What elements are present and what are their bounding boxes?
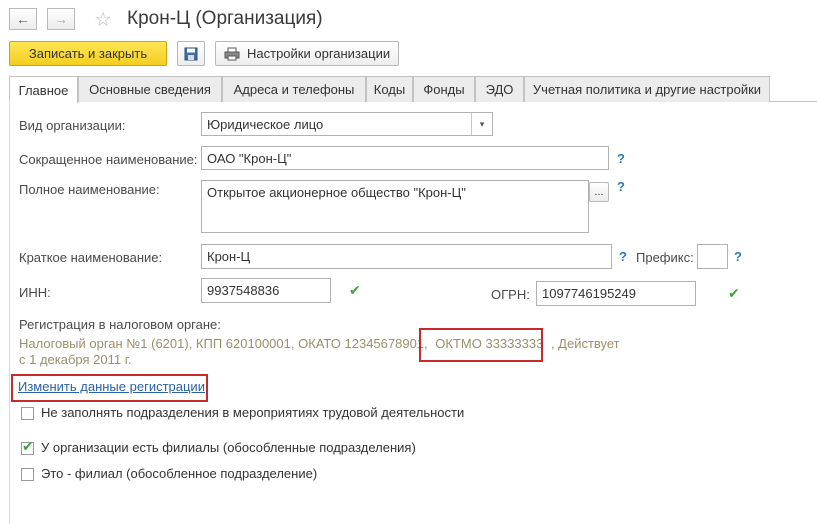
inn-label: ИНН: [19, 285, 51, 300]
registration-tax-office: Налоговый орган №1 (6201), КПП 620100001… [19, 336, 428, 351]
registration-status: , Действует [550, 336, 620, 351]
short-name-help-icon[interactable]: ? [617, 151, 625, 166]
inn-valid-check-icon: ✔ [349, 282, 361, 298]
arrow-left-icon: ← [16, 11, 30, 27]
short-name-label: Сокращенное наименование: [19, 152, 198, 167]
no-subdivisions-label: Не заполнять подразделения в мероприятия… [41, 405, 465, 420]
org-settings-button[interactable]: Настройки организации [215, 41, 399, 66]
dropdown-arrow-icon[interactable]: ▾ [471, 113, 492, 135]
org-type-select[interactable]: Юридическое лицо ▾ [201, 112, 493, 136]
is-branch-label: Это - филиал (обособленное подразделение… [41, 466, 318, 481]
short-name-field[interactable]: ОАО "Крон-Ц" [201, 146, 609, 170]
prefix-help-icon[interactable]: ? [734, 249, 742, 264]
ogrn-field[interactable]: 1097746195249 [536, 281, 696, 306]
checkmark-icon: ✔ [22, 438, 34, 454]
tab-edo[interactable]: ЭДО [475, 76, 524, 102]
back-button[interactable]: ← [9, 8, 37, 30]
full-name-label: Полное наименование: [19, 182, 160, 197]
tab-codes[interactable]: Коды [366, 76, 413, 102]
floppy-disk-icon [184, 47, 198, 60]
printer-icon [224, 47, 240, 60]
tab-addresses-phones[interactable]: Адреса и телефоны [222, 76, 366, 102]
full-name-select-button[interactable]: ... [589, 182, 609, 202]
tab-main[interactable]: Главное [9, 76, 78, 103]
org-type-label: Вид организации: [19, 118, 126, 133]
brief-name-field[interactable]: Крон-Ц [201, 244, 612, 269]
change-registration-link[interactable]: Изменить данные регистрации [18, 379, 205, 394]
full-name-field[interactable]: Открытое акционерное общество "Крон-Ц" [201, 180, 589, 233]
org-type-value: Юридическое лицо [207, 117, 324, 132]
tab-accounting-policy[interactable]: Учетная политика и другие настройки [524, 76, 770, 102]
tab-bar: Главное Основные сведения Адреса и телеф… [9, 76, 817, 103]
content-border [9, 101, 10, 524]
org-settings-label: Настройки организации [247, 46, 391, 61]
no-subdivisions-checkbox[interactable] [21, 407, 34, 420]
registration-label: Регистрация в налоговом органе: [19, 317, 221, 332]
save-and-close-button[interactable]: Записать и закрыть [9, 41, 167, 66]
prefix-label: Префикс: [636, 250, 694, 265]
has-branches-checkbox[interactable]: ✔ [21, 438, 34, 455]
forward-button[interactable]: → [47, 8, 75, 30]
prefix-field[interactable] [697, 244, 728, 269]
tab-basic-info[interactable]: Основные сведения [78, 76, 222, 102]
is-branch-checkbox[interactable] [21, 468, 34, 481]
brief-name-label: Краткое наименование: [19, 250, 163, 265]
tab-funds[interactable]: Фонды [413, 76, 475, 102]
star-icon[interactable]: ☆ [94, 7, 112, 32]
oktmo-highlight-box [419, 328, 543, 362]
inn-field[interactable]: 9937548836 [201, 278, 331, 303]
window-title: Крон-Ц (Организация) [127, 8, 323, 29]
registration-info-line2: с 1 декабря 2011 г. [19, 352, 132, 367]
ogrn-valid-check-icon: ✔ [728, 285, 740, 301]
arrow-right-icon: → [54, 11, 68, 27]
ogrn-label: ОГРН: [491, 287, 530, 302]
full-name-help-icon[interactable]: ? [617, 179, 625, 194]
brief-name-help-icon[interactable]: ? [619, 249, 627, 264]
save-button[interactable] [177, 41, 205, 66]
has-branches-label: У организации есть филиалы (обособленные… [41, 440, 416, 455]
